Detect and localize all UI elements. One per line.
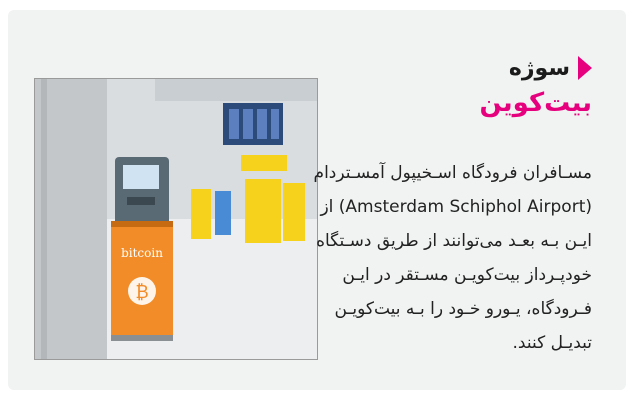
article-body: مسـافران فرودگاه اسـخیپول آمسـتردام (Ams…: [313, 156, 592, 360]
bitcoin-symbol-icon: ₿: [135, 282, 148, 303]
section-marker-icon: [578, 56, 592, 80]
kiosk-brand-text: bitcoin: [121, 246, 163, 260]
airport-scene-illustration: bitcoin ₿: [35, 79, 317, 359]
section-label: سوژه: [508, 55, 570, 81]
article-title: بیت‌کوین: [479, 88, 592, 118]
article-card: bitcoin ₿ سوژه بیت‌کوین مسـافران فرودگاه…: [8, 10, 626, 390]
body-line: تبدیـل کنند.: [512, 333, 592, 353]
body-line: خودپـرداز بیت‌کویـن مسـتقر در ایـن: [342, 265, 592, 285]
section-heading: سوژه: [352, 50, 592, 86]
article-header: سوژه بیت‌کوین: [352, 50, 592, 118]
body-line: ایـن بـه بعـد می‌توانند از طریق دسـتگاه: [316, 231, 592, 251]
body-line: فـرودگاه، یـورو خـود را بـه بیت‌کویـن: [334, 299, 592, 319]
bitcoin-atm-photo: bitcoin ₿: [34, 78, 318, 360]
body-line: (Amsterdam Schiphol Airport) از: [320, 197, 592, 217]
body-line: مسـافران فرودگاه اسـخیپول آمسـتردام: [313, 163, 592, 183]
